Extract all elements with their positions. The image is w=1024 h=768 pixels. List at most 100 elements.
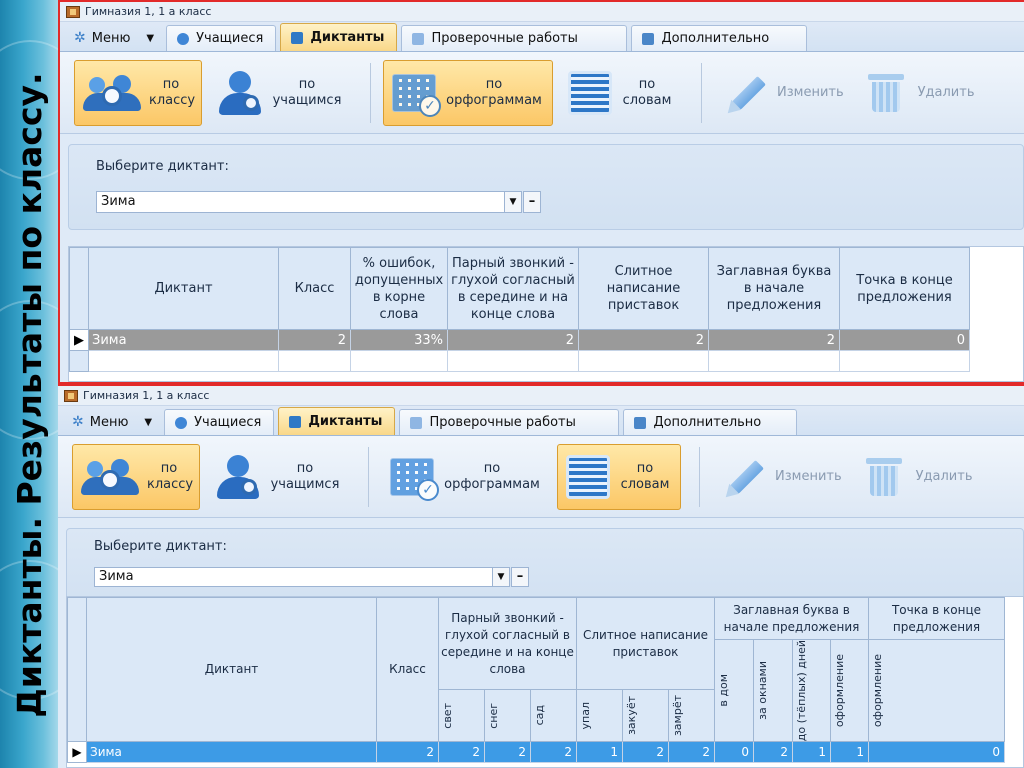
results-grid: Диктант Класс Парный звонкий - глухой со… <box>66 596 1024 768</box>
column-header[interactable]: закуёт <box>622 689 669 743</box>
chevron-down-icon[interactable]: ▼ <box>492 567 510 587</box>
tab-label: Проверочные работы <box>431 31 578 46</box>
menu-button[interactable]: ✲ Меню ▼ <box>64 409 164 435</box>
column-group-header[interactable]: Заглавная буква в начале предложения <box>714 597 869 640</box>
clear-button[interactable]: – <box>523 191 541 213</box>
by-orthograms-button[interactable]: ✓ по орфограммам <box>381 444 551 510</box>
list-icon <box>566 454 610 499</box>
edit-button[interactable]: Изменить <box>714 60 853 126</box>
column-header[interactable]: % ошибок, допущенных в корне слова <box>350 247 448 330</box>
tab-extra[interactable]: Дополнительно <box>631 25 808 51</box>
table-cell[interactable]: 2 <box>376 741 439 764</box>
tab-tests[interactable]: Проверочные работы <box>401 25 628 51</box>
table-cell[interactable]: 1 <box>830 741 869 764</box>
empty-row <box>69 350 970 372</box>
table-row[interactable]: ▶ Зима 2 33% 2 2 2 0 <box>69 329 970 351</box>
table-cell[interactable]: 2 <box>447 329 579 351</box>
table-cell[interactable]: 0 <box>714 741 754 764</box>
dictation-combobox[interactable]: Зима ▼ – <box>94 567 529 587</box>
column-header[interactable]: упал <box>576 689 623 743</box>
table-cell[interactable]: Зима <box>88 329 279 351</box>
book-icon <box>289 415 302 428</box>
tab-dictations[interactable]: Диктанты <box>278 407 396 435</box>
column-header[interactable]: Точка в конце предложения <box>839 247 970 330</box>
menu-label: Меню <box>91 30 131 46</box>
button-label: Изменить <box>777 84 844 100</box>
table-cell[interactable]: 1 <box>792 741 831 764</box>
table-cell[interactable]: 0 <box>839 329 970 351</box>
tab-dictations[interactable]: Диктанты <box>280 23 398 51</box>
column-header[interactable]: Класс <box>278 247 351 330</box>
button-label: по учащимся <box>270 460 340 492</box>
document-icon <box>634 416 647 429</box>
table-cell[interactable]: 2 <box>278 329 351 351</box>
table-cell[interactable]: 1 <box>576 741 623 764</box>
by-class-button[interactable]: по классу <box>72 443 200 510</box>
trash-icon <box>867 72 904 114</box>
button-label: Удалить <box>915 468 973 484</box>
by-words-button[interactable]: по словам <box>557 443 681 510</box>
ribbon-toolbar: по классу по учащимся ✓ по орфограммам п… <box>60 52 1024 134</box>
tab-row: ✲ Меню ▼ Учащиеся Диктанты Проверочные р… <box>58 406 1024 436</box>
results-table: Диктант Класс Парный звонкий - глухой со… <box>67 596 1005 764</box>
column-header[interactable]: Парный звонкий - глухой согласный в сере… <box>447 247 579 330</box>
button-label: по классу <box>149 76 196 108</box>
column-header[interactable]: оформление <box>830 638 869 743</box>
slide-side-strip: Диктанты. Результаты по классу. <box>0 0 58 768</box>
column-header[interactable]: в дом <box>714 638 754 743</box>
column-group-header[interactable]: Точка в конце предложения <box>868 597 1005 640</box>
button-label: Изменить <box>775 468 842 484</box>
column-header[interactable]: Класс <box>376 596 439 743</box>
clear-button[interactable]: – <box>511 567 529 587</box>
table-cell[interactable]: 2 <box>484 741 531 764</box>
by-students-button[interactable]: по учащимся <box>208 60 352 126</box>
column-header[interactable]: замрёт <box>668 689 715 743</box>
column-header[interactable]: оформление <box>868 638 1005 743</box>
gear-icon: ✲ <box>74 30 86 46</box>
table-cell[interactable]: 2 <box>708 329 840 351</box>
tab-extra[interactable]: Дополнительно <box>623 409 798 435</box>
button-label: по словам <box>622 76 672 108</box>
table-cell[interactable]: 2 <box>578 329 709 351</box>
by-class-button[interactable]: по классу <box>74 59 202 126</box>
table-cell[interactable]: 2 <box>753 741 793 764</box>
tab-tests[interactable]: Проверочные работы <box>399 409 620 435</box>
by-orthograms-button[interactable]: ✓ по орфограммам <box>383 59 553 126</box>
table-cell[interactable]: 2 <box>530 741 577 764</box>
column-header[interactable]: за окнами <box>753 638 793 743</box>
delete-button[interactable]: Удалить <box>859 60 984 126</box>
column-header[interactable]: Слитное написание приставок <box>578 247 709 330</box>
column-header[interactable]: сад <box>530 689 577 743</box>
app-icon <box>66 5 80 18</box>
column-header[interactable]: до (тёплых) дней <box>792 638 831 743</box>
table-cell[interactable]: 0 <box>868 741 1005 764</box>
column-header[interactable]: Диктант <box>88 247 279 330</box>
document-icon <box>642 32 655 45</box>
column-header[interactable]: Заглавная буква в начале предложения <box>708 247 840 330</box>
dictation-combobox[interactable]: Зима ▼ – <box>96 191 541 213</box>
button-label: Удалить <box>917 84 975 100</box>
by-students-button[interactable]: по учащимся <box>206 444 350 510</box>
tab-students[interactable]: Учащиеся <box>164 409 275 435</box>
table-cell[interactable]: 2 <box>438 741 485 764</box>
chevron-down-icon[interactable]: ▼ <box>504 191 522 213</box>
book-icon <box>291 31 304 44</box>
delete-button[interactable]: Удалить <box>857 444 982 510</box>
column-header[interactable]: свет <box>438 689 485 743</box>
button-label: по орфограммам <box>444 460 540 492</box>
column-header[interactable]: Диктант <box>86 596 377 743</box>
column-header[interactable]: снег <box>484 689 531 743</box>
table-row[interactable]: ▶ Зима 2 2 2 2 1 2 2 0 2 1 1 0 <box>67 741 1005 764</box>
tab-students[interactable]: Учащиеся <box>166 25 277 51</box>
column-group-header[interactable]: Парный звонкий - глухой согласный в сере… <box>438 596 577 691</box>
table-cell[interactable]: 2 <box>668 741 715 764</box>
table-cell[interactable]: 2 <box>622 741 669 764</box>
edit-button[interactable]: Изменить <box>712 444 851 510</box>
combobox-value: Зима <box>99 569 134 584</box>
menu-button[interactable]: ✲ Меню ▼ <box>66 25 166 51</box>
app-icon <box>64 389 78 402</box>
table-cell[interactable]: Зима <box>86 741 377 764</box>
column-group-header[interactable]: Слитное написание приставок <box>576 596 715 691</box>
table-cell[interactable]: 33% <box>350 329 448 351</box>
by-words-button[interactable]: по словам <box>559 60 683 126</box>
